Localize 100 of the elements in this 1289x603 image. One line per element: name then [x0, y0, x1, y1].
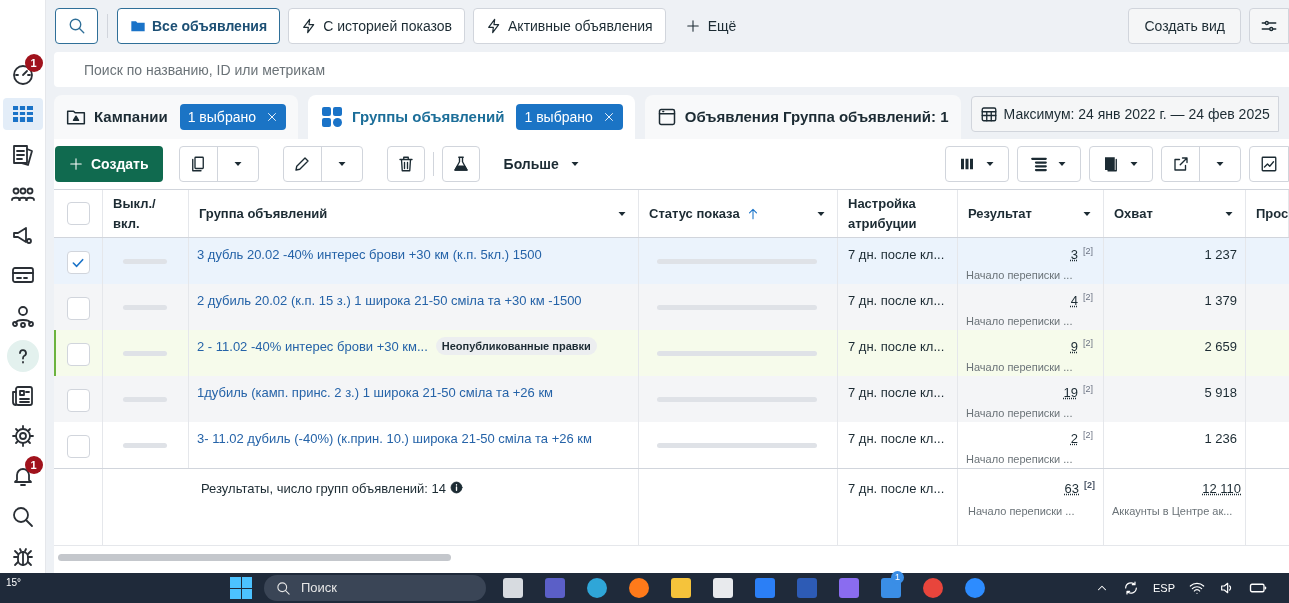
table-cell-text: 1 379 — [1204, 292, 1237, 310]
ad-group-link[interactable]: 2 - 11.02 -40% интерес брови +30 км... — [197, 337, 428, 357]
table-cell: 7 дн. после кл... — [848, 247, 945, 262]
checkbox[interactable] — [66, 251, 90, 274]
newspaper-icon[interactable] — [10, 384, 35, 408]
audience-icon[interactable] — [10, 303, 35, 328]
search-icon[interactable] — [10, 504, 35, 529]
footnote-mark: [2] — [1083, 291, 1093, 304]
external-link-icon — [1171, 155, 1190, 173]
create-button[interactable]: Создать — [55, 146, 163, 182]
scrollbar[interactable] — [58, 553, 451, 561]
search-button[interactable] — [55, 8, 98, 44]
view-tab[interactable]: С историей показов — [288, 8, 465, 44]
delete-icon — [396, 155, 415, 173]
table-cell-text: 1 236 — [1204, 430, 1237, 448]
view-tab[interactable]: Все объявления — [117, 8, 281, 44]
plus-icon — [69, 157, 83, 171]
column-header[interactable]: Выкл./ вкл. — [113, 193, 178, 234]
checkbox[interactable] — [66, 343, 90, 366]
wifi-icon — [1189, 580, 1205, 596]
footnote-mark: [2] — [1083, 337, 1093, 350]
lightning-icon — [486, 18, 502, 34]
pages-icon[interactable] — [10, 142, 35, 167]
ad-group-link[interactable]: 3 дубль 20.02 -40% интерес брови +30 км (к.п. 5кл.) 1500 — [197, 245, 542, 265]
chart-button[interactable] — [1249, 146, 1289, 182]
table-row[interactable]: 3- 11.02 дубиль (-40%) (к.прин. 10.) широка 21-50 сміла та +26 км 7 дн. после кл... 2 [2] Начало переписки ... 1 236 — [54, 422, 1289, 468]
result-label: Начало переписки ... — [966, 267, 1073, 283]
ad-group-link[interactable]: 2 дубиль 20.02 (к.п. 15 з.) 1 широка 21-50 сміла та +30 км -1500 — [197, 291, 582, 311]
reach-label: Аккаунты в Центре ак... — [1112, 503, 1233, 519]
reach-total: 12 110 — [1202, 480, 1241, 498]
search-icon — [67, 17, 86, 35]
table-cell-text: 1 237 — [1204, 246, 1237, 264]
reports-button[interactable] — [1089, 146, 1153, 182]
close-icon[interactable] — [602, 111, 615, 123]
close-icon[interactable] — [266, 111, 278, 123]
reports-icon — [1102, 155, 1120, 173]
footnote-mark: [2] — [1083, 383, 1093, 396]
level-tab[interactable]: Объявления Группа объявлений: 1 — [644, 95, 961, 139]
line-chart-icon — [1260, 155, 1278, 173]
table-cell: 7 дн. после кл... — [848, 339, 945, 354]
result-label: Начало переписки ... — [968, 503, 1075, 519]
flask-button[interactable] — [441, 146, 480, 182]
result-value: 63 — [1064, 480, 1079, 498]
breakdown-button[interactable] — [1017, 146, 1081, 182]
more-button[interactable]: Больше — [487, 146, 597, 182]
settings-icon[interactable] — [10, 424, 35, 449]
flask-icon — [451, 155, 470, 173]
column-header[interactable]: Настройка атрибуции — [848, 193, 947, 234]
checkbox[interactable] — [66, 202, 90, 225]
column-header[interactable]: Результат — [968, 203, 1075, 224]
result-label: Начало переписки ... — [966, 451, 1073, 467]
result-label: Начало переписки ... — [966, 313, 1073, 329]
date-range-button[interactable]: Максимум: 24 янв 2022 г. — 24 фев 2025 — [970, 96, 1279, 132]
notification-badge: 1 — [24, 54, 43, 72]
taskbar-search[interactable]: Поиск — [264, 575, 486, 601]
footnote-mark: [2] — [1083, 245, 1093, 258]
selection-badge: 1 выбрано — [179, 104, 286, 130]
column-header[interactable]: Статус показа — [649, 203, 809, 224]
create-view-button[interactable]: Создать вид — [1128, 8, 1241, 44]
table-cell: 7 дн. после кл... — [848, 293, 945, 308]
column-header[interactable]: Прос — [1256, 203, 1288, 224]
column-header[interactable]: Группа объявлений — [199, 203, 610, 224]
result-label: Начало переписки ... — [966, 359, 1073, 375]
delete-button[interactable] — [386, 146, 425, 182]
result-value: 9 — [1070, 338, 1078, 356]
ad-group-link[interactable]: 1дубиль (камп. принс. 2 з.) 1 широка 21-50 сміла та +26 км — [197, 383, 554, 403]
blurred-placeholder — [123, 442, 167, 448]
table-row[interactable]: 3 дубль 20.02 -40% интерес брови +30 км (к.п. 5кл.) 1500 7 дн. после кл... 3 [2] Начало переписки ... 1 237 — [54, 238, 1289, 284]
column-header[interactable]: Охват — [1114, 203, 1217, 224]
table-row[interactable]: 1дубиль (камп. принс. 2 з.) 1 широка 21-50 сміла та +26 км 7 дн. после кл... 19 [2] Начало переписки ... 5 918 — [54, 376, 1289, 422]
level-tab[interactable]: Группы объявлений 1 выбрано — [308, 95, 635, 139]
calendar-icon — [979, 105, 998, 123]
table-cell: 7 дн. после кл... — [848, 385, 945, 400]
columns-button[interactable] — [945, 146, 1009, 182]
help-icon[interactable] — [6, 339, 39, 372]
checkbox[interactable] — [66, 389, 90, 412]
summary-label: Результаты, число групп объявлений: 14 — [201, 480, 447, 498]
view-tab[interactable]: Активные объявления — [473, 8, 666, 44]
result-value: 19 — [1063, 384, 1078, 402]
temperature: 15° — [6, 576, 22, 590]
checkbox[interactable] — [66, 297, 90, 320]
table-row[interactable]: 2 дубиль 20.02 (к.п. 15 з.) 1 широка 21-50 сміла та +30 км -1500 7 дн. после кл... 4 [2] Начало переписки ... 1 379 — [54, 284, 1289, 330]
filter-settings-button[interactable] — [1249, 8, 1289, 44]
ad-group-link[interactable]: 3- 11.02 дубиль (-40%) (к.прин. 10.) широка 21-50 сміла та +26 км — [197, 429, 592, 449]
breakdown-icon — [1030, 155, 1048, 173]
sync-icon — [1123, 580, 1139, 596]
table-cell: 7 дн. после кл... — [848, 481, 945, 496]
language-indicator[interactable]: ESP — [1153, 579, 1175, 597]
more-views-button[interactable]: Ещё — [673, 8, 749, 44]
status-badge: Неопубликованные правки — [435, 337, 597, 355]
window-icon — [656, 107, 677, 127]
windows-start-icon[interactable] — [230, 577, 252, 599]
footnote-mark: [2] — [1084, 479, 1095, 492]
search-input[interactable]: Поиск — [301, 578, 451, 598]
table-cell-text: 2 659 — [1204, 338, 1237, 356]
checkbox[interactable] — [66, 435, 90, 458]
search-icon — [276, 580, 291, 596]
level-tab[interactable]: Кампании 1 выбрано — [54, 95, 298, 139]
result-value: 2 — [1070, 430, 1078, 448]
table-row[interactable]: 2 - 11.02 -40% интерес брови +30 км... Неопубликованные правки 7 дн. после кл... 9 [2] Начало переписки ... 2 659 — [54, 330, 1289, 376]
